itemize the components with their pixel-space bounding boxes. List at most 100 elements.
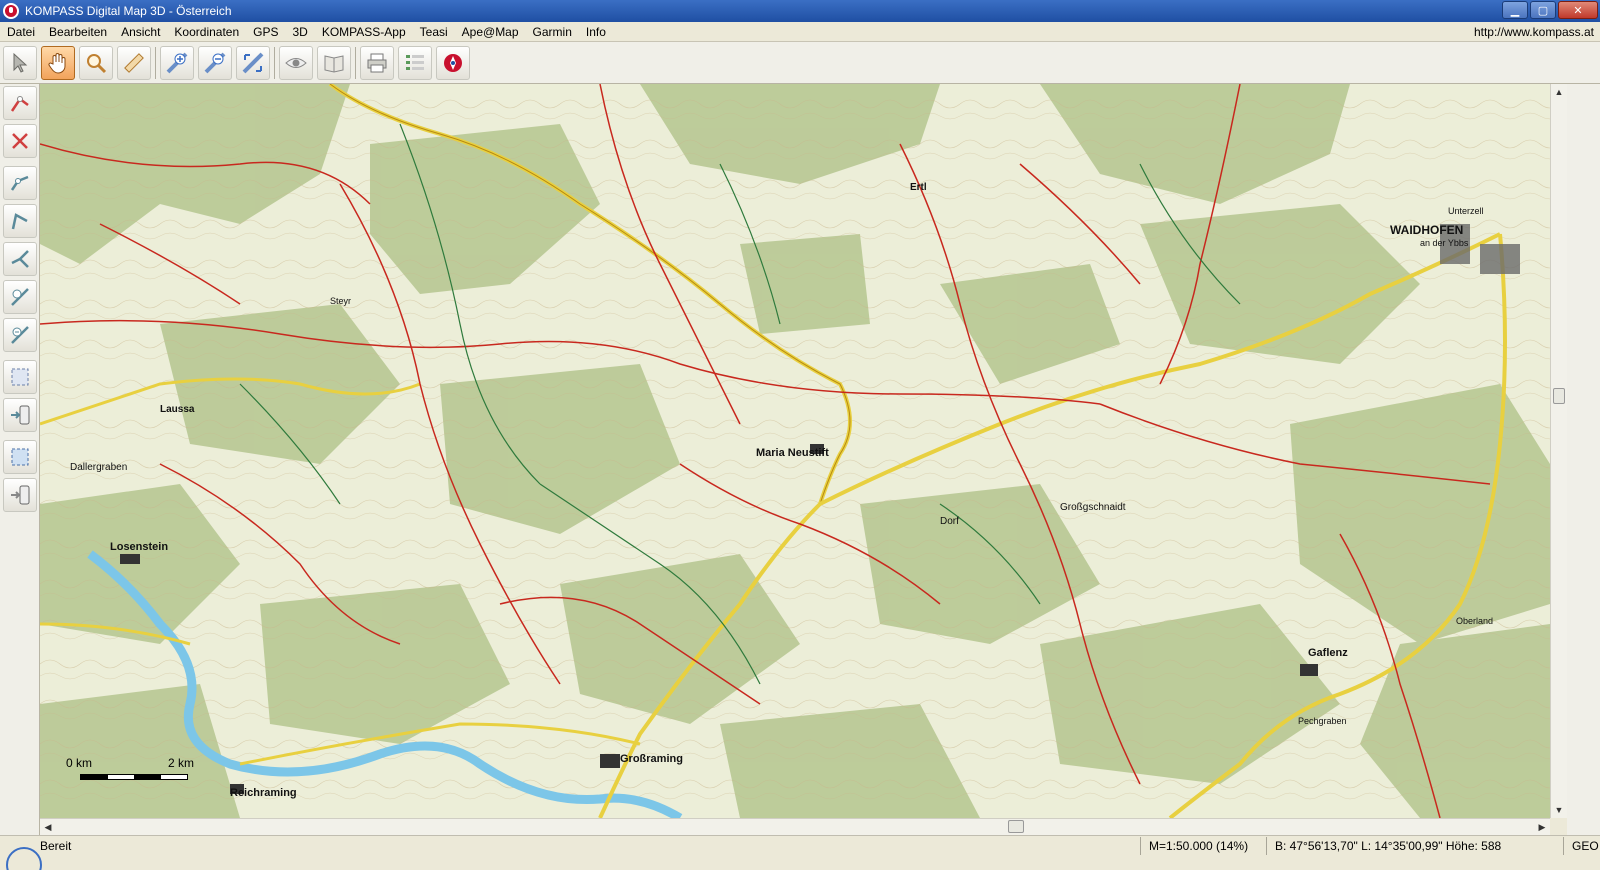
zoom-tool-button[interactable] — [79, 45, 113, 80]
status-coordinates: B: 47°56'13,70" L: 14°35'00,99" Höhe: 58… — [1266, 837, 1507, 855]
scale-bar — [80, 774, 188, 780]
menu-info[interactable]: Info — [579, 22, 613, 42]
place-label: WAIDHOFEN — [1390, 223, 1463, 237]
menu-gps[interactable]: GPS — [246, 22, 285, 42]
kompass-app-icon — [444, 53, 462, 72]
status-text: Bereit — [40, 839, 72, 853]
route-remove-point-button[interactable] — [2, 318, 37, 352]
view-button[interactable] — [279, 45, 313, 80]
horizontal-scroll-thumb[interactable] — [1008, 820, 1024, 833]
menu-kompass-app[interactable]: KOMPASS-App — [315, 22, 413, 42]
map-book-icon — [324, 54, 344, 73]
kompass-app-button[interactable] — [436, 45, 470, 80]
route-points-icon — [10, 175, 28, 191]
topographic-map[interactable]: WAIDHOFEN an der Ybbs Maria Neustift Los… — [40, 84, 1550, 818]
kompass-website-link[interactable]: http://www.kompass.at — [1474, 22, 1594, 42]
place-label: Reichraming — [230, 787, 297, 799]
minimize-button[interactable]: ▁ — [1502, 1, 1528, 19]
scroll-down-arrow-icon[interactable]: ▼ — [1551, 802, 1567, 818]
route-branch-button[interactable] — [2, 242, 37, 276]
toolbar-separator — [355, 46, 356, 79]
map-scale-bar: 0 km 2 km — [64, 756, 194, 782]
route-add-point-button[interactable] — [2, 280, 37, 314]
zoom-magnifier-icon — [87, 53, 107, 73]
new-route-icon — [10, 96, 29, 112]
export-device-icon — [10, 405, 29, 425]
export-gps-button[interactable] — [2, 478, 37, 512]
scale-label-start: 0 km — [66, 756, 93, 770]
vertical-scrollbar[interactable]: ▲ ▼ — [1550, 84, 1567, 818]
scroll-right-arrow-icon[interactable]: ▶ — [1534, 819, 1550, 835]
scale-label-end: 2 km — [167, 756, 194, 770]
measure-tool-button[interactable] — [117, 45, 151, 80]
zoom-out-button[interactable] — [198, 45, 232, 80]
export-gps-icon — [10, 485, 29, 505]
place-label: Großraming — [620, 753, 683, 765]
route-edit-button[interactable] — [2, 204, 37, 238]
vertical-scroll-thumb[interactable] — [1553, 388, 1565, 404]
main-toolbar — [0, 42, 1600, 84]
map-view[interactable]: WAIDHOFEN an der Ybbs Maria Neustift Los… — [40, 84, 1550, 818]
print-icon — [367, 53, 387, 72]
status-indicator-icon — [6, 847, 42, 870]
menu-ansicht[interactable]: Ansicht — [114, 22, 167, 42]
scrollbar-corner — [1550, 818, 1567, 835]
place-label: Maria Neustift — [756, 447, 829, 459]
map-sheet-button[interactable] — [317, 45, 351, 80]
print-button[interactable] — [360, 45, 394, 80]
select-area-2-button[interactable] — [2, 440, 37, 474]
app-window: KOMPASS Digital Map 3D - Österreich ▁ ▢ … — [0, 0, 1600, 870]
place-label: Losenstein — [110, 541, 168, 553]
select-area-button[interactable] — [2, 360, 37, 394]
maximize-button[interactable]: ▢ — [1530, 1, 1556, 19]
route-edit-icon — [11, 213, 28, 230]
place-label: Dorf — [940, 516, 959, 527]
horizontal-scrollbar[interactable]: ◀ ▶ — [40, 818, 1550, 835]
place-label: Pechgraben — [1298, 716, 1347, 726]
zoom-fit-button[interactable] — [236, 45, 270, 80]
select-area-icon — [11, 368, 28, 386]
new-route-button[interactable] — [2, 86, 37, 120]
close-button[interactable]: ✕ — [1558, 1, 1598, 19]
route-toolbar — [0, 84, 40, 836]
list-button[interactable] — [398, 45, 432, 80]
zoom-in-button[interactable] — [160, 45, 194, 80]
place-label: Ertl — [910, 182, 927, 193]
window-controls: ▁ ▢ ✕ — [1502, 1, 1598, 19]
pan-hand-icon — [48, 52, 66, 74]
menu-garmin[interactable]: Garmin — [526, 22, 579, 42]
route-branch-icon — [10, 250, 29, 268]
place-label: Steyr — [330, 296, 351, 306]
menu-3d[interactable]: 3D — [285, 22, 314, 42]
scroll-left-arrow-icon[interactable]: ◀ — [40, 819, 56, 835]
pan-tool-button[interactable] — [41, 45, 75, 80]
route-add-point-icon — [10, 288, 29, 306]
select-tool-button[interactable] — [3, 45, 37, 80]
zoom-fit-icon — [242, 52, 264, 73]
export-device-button[interactable] — [2, 398, 37, 432]
list-icon — [406, 54, 424, 70]
place-label: Oberland — [1456, 616, 1493, 626]
delete-route-icon — [11, 133, 28, 149]
zoom-out-icon — [204, 52, 226, 73]
toolbar-separator — [274, 46, 275, 79]
kompass-logo-icon — [3, 3, 19, 19]
route-remove-point-icon — [10, 326, 29, 344]
menu-ape-at-map[interactable]: Ape@Map — [455, 22, 526, 42]
menu-bearbeiten[interactable]: Bearbeiten — [42, 22, 114, 42]
right-frame — [1567, 84, 1600, 835]
menu-teasi[interactable]: Teasi — [413, 22, 455, 42]
place-label: Gaflenz — [1308, 647, 1348, 659]
status-scale: M=1:50.000 (14%) — [1140, 837, 1254, 855]
scroll-up-arrow-icon[interactable]: ▲ — [1551, 84, 1567, 100]
place-label: Großgschnaidt — [1060, 502, 1126, 513]
place-label: Dallergraben — [70, 462, 127, 473]
place-label: Laussa — [160, 404, 195, 415]
menu-koordinaten[interactable]: Koordinaten — [167, 22, 246, 42]
toolbar-separator — [155, 46, 156, 79]
select-area-2-icon — [11, 448, 28, 466]
route-points-button[interactable] — [2, 166, 37, 200]
delete-route-button[interactable] — [2, 124, 37, 158]
status-coordinate-mode: GEO — [1563, 837, 1600, 855]
menu-datei[interactable]: Datei — [0, 22, 42, 42]
